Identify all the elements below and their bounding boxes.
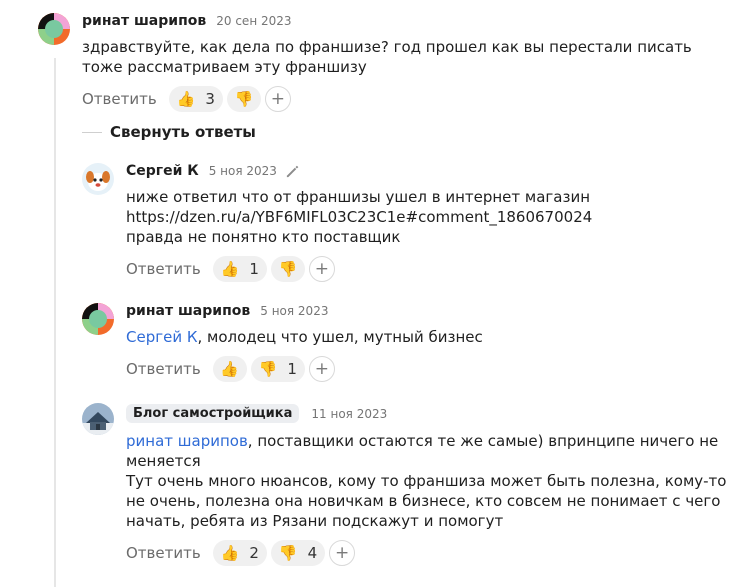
- comment-author[interactable]: Блог самостройщика: [126, 404, 300, 423]
- thread-line: [54, 58, 56, 587]
- thumbs-up-icon: 👍: [220, 543, 240, 562]
- reply-button[interactable]: Ответить: [82, 90, 157, 108]
- like-count: 3: [205, 90, 215, 108]
- comment-line: начать, ребята из Рязани подскажут и пом…: [126, 512, 504, 530]
- dislike-button[interactable]: 👎 1: [250, 356, 305, 382]
- thumbs-down-icon: 👎: [234, 89, 254, 108]
- avatar[interactable]: [82, 303, 114, 335]
- dislike-button[interactable]: 👎: [270, 256, 305, 282]
- add-reaction-button[interactable]: +: [308, 256, 335, 282]
- comment-actions: Ответить 👍 1 👎 +: [126, 256, 335, 282]
- thumbs-up-icon: 👍: [220, 259, 240, 278]
- collapse-label: Свернуть ответы: [110, 123, 256, 141]
- add-reaction-button[interactable]: +: [329, 540, 356, 566]
- avatar-image: [82, 163, 114, 195]
- dislike-button[interactable]: 👎 4: [270, 540, 326, 566]
- comment-text: ниже ответил что от франшизы ушел в инте…: [126, 187, 592, 247]
- comment-line: ниже ответил что от франшизы ушел в инте…: [126, 188, 591, 206]
- comment-line: , поставщики остаются те же самые) вприн…: [247, 432, 719, 450]
- dislike-count: 4: [307, 544, 318, 562]
- comment-text: ринат шарипов, поставщики остаются те же…: [126, 431, 726, 531]
- avatar-image: [82, 403, 114, 435]
- thumbs-down-icon: 👎: [278, 543, 298, 562]
- comment-actions: Ответить 👍 2 👎 4 +: [126, 540, 356, 566]
- plus-icon: +: [314, 258, 330, 279]
- plus-icon: +: [335, 542, 350, 563]
- add-reaction-button[interactable]: +: [308, 356, 335, 382]
- dislike-button[interactable]: 👎: [226, 86, 261, 112]
- comment-line: Тут очень много нюансов, кому то франшиз…: [126, 472, 727, 490]
- like-button[interactable]: 👍 2: [212, 540, 267, 566]
- thumbs-up-icon: 👍: [176, 89, 196, 108]
- comment-author[interactable]: ринат шарипов: [126, 303, 250, 319]
- add-reaction-button[interactable]: +: [264, 86, 291, 112]
- comment-line: тоже рассматриваем эту франшизу: [82, 58, 367, 76]
- reply-button[interactable]: Ответить: [126, 260, 201, 278]
- comment-date: 5 ноя 2023: [260, 304, 329, 318]
- comment-date: 11 ноя 2023: [311, 406, 388, 421]
- comment-line: меняется: [126, 452, 201, 470]
- avatar[interactable]: [82, 403, 114, 435]
- thumbs-up-icon: 👍: [220, 359, 240, 378]
- pencil-icon: [285, 164, 300, 179]
- comment-line: не очень, полезна она новичкам в бизнесе…: [126, 492, 721, 510]
- like-button[interactable]: 👍 3: [168, 86, 223, 112]
- comment-text: здравствуйте, как дела по франшизе? год …: [82, 37, 692, 77]
- thumbs-down-icon: 👎: [258, 359, 278, 378]
- comment-date: 5 ноя 2023: [208, 164, 277, 178]
- avatar-image: [82, 303, 114, 335]
- avatar[interactable]: [38, 13, 70, 45]
- comment-line: , молодец что ушел, мутный бизнес: [197, 328, 483, 346]
- avatar-image: [38, 13, 70, 45]
- comment-link[interactable]: https://dzen.ru/a/YBF6MIFL03C23C1e#comme…: [126, 207, 592, 227]
- like-button[interactable]: 👍: [212, 356, 247, 382]
- collapse-replies-button[interactable]: Свернуть ответы: [82, 123, 256, 141]
- avatar[interactable]: [82, 163, 114, 195]
- reply-button[interactable]: Ответить: [126, 544, 201, 562]
- thumbs-down-icon: 👎: [278, 259, 298, 278]
- comment-actions: Ответить 👍 👎 1 +: [126, 356, 335, 382]
- comment-date: 20 сен 2023: [216, 14, 292, 28]
- reply-button[interactable]: Ответить: [126, 360, 201, 378]
- dislike-count: 1: [287, 360, 297, 378]
- mention-link[interactable]: Сергей К: [126, 328, 198, 346]
- like-button[interactable]: 👍 1: [212, 256, 267, 282]
- like-count: 2: [249, 544, 259, 562]
- comment-author[interactable]: ринат шарипов: [82, 13, 206, 29]
- plus-icon: +: [270, 88, 286, 109]
- comment-actions: Ответить 👍 3 👎 +: [82, 86, 291, 112]
- collapse-dash: [82, 131, 102, 133]
- mention-link[interactable]: ринат шарипов: [126, 432, 248, 450]
- comment-line: правда не понятно кто поставщик: [126, 228, 401, 246]
- plus-icon: +: [314, 358, 330, 379]
- like-count: 1: [249, 260, 259, 278]
- comment-text: Сергей К, молодец что ушел, мутный бизне…: [126, 327, 483, 347]
- comment-author[interactable]: Сергей К: [126, 163, 199, 179]
- comment-line: здравствуйте, как дела по франшизе? год …: [82, 38, 692, 56]
